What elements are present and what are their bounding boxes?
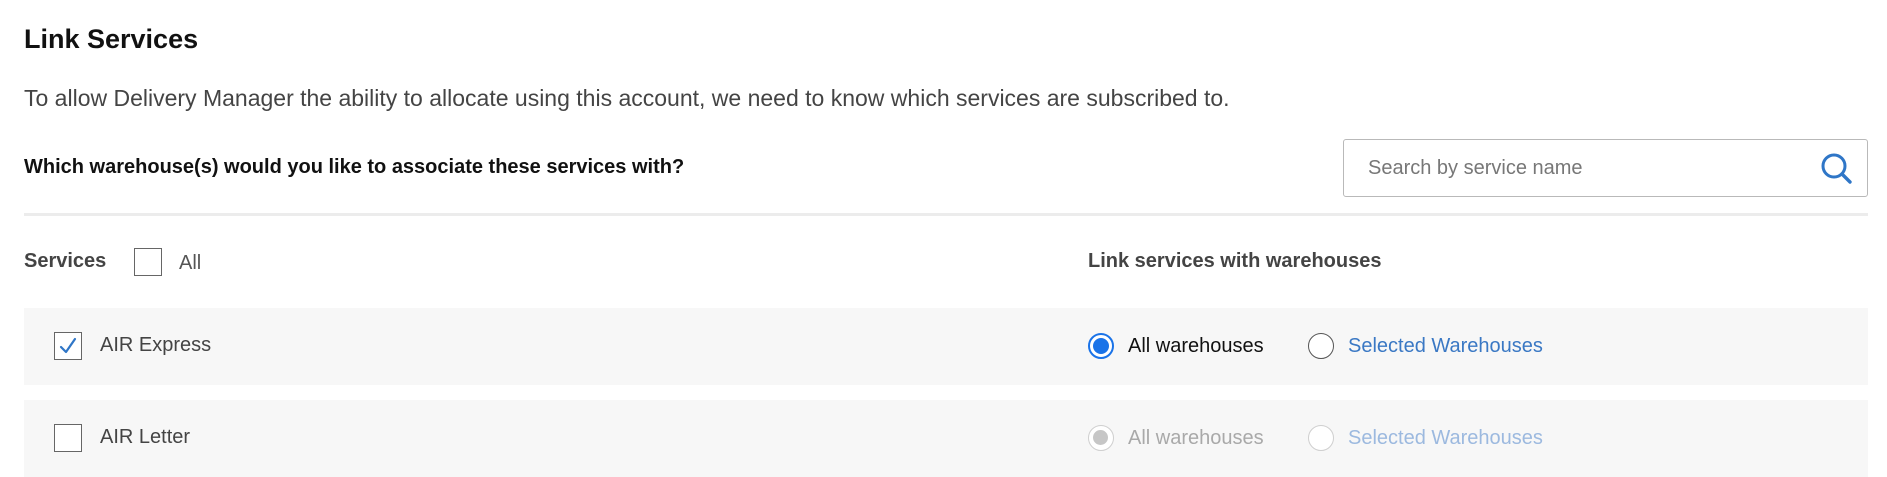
service-name: AIR Express [100, 334, 212, 356]
selected-warehouses-radio[interactable] [1308, 333, 1334, 359]
service-checkbox[interactable] [54, 332, 82, 360]
selected-warehouses-link[interactable]: Selected Warehouses [1348, 335, 1543, 358]
page-description: To allow Delivery Manager the ability to… [24, 85, 1230, 111]
all-warehouses-radio[interactable] [1088, 333, 1114, 359]
checkmark-icon [59, 337, 77, 354]
search-input[interactable] [1366, 140, 1810, 197]
header-divider [24, 213, 1868, 216]
select-all-label: All [179, 252, 202, 274]
all-warehouses-radio [1088, 425, 1114, 451]
select-all-checkbox[interactable] [134, 248, 162, 276]
table-row: AIR Letter All warehouses Selected Wareh… [24, 400, 1868, 477]
selected-warehouses-radio [1308, 425, 1334, 451]
services-column-header: Services [24, 250, 107, 272]
link-services-page: Link Services To allow Delivery Manager … [0, 0, 1887, 477]
selected-warehouses-link: Selected Warehouses [1348, 427, 1543, 449]
warehouse-question: Which warehouse(s) would you like to ass… [24, 156, 685, 178]
search-box [1343, 139, 1868, 197]
page-title: Link Services [24, 24, 199, 54]
all-warehouses-label[interactable]: All warehouses [1128, 335, 1264, 358]
service-checkbox[interactable] [54, 424, 82, 452]
table-row: AIR Express All warehouses Selected Ware… [24, 308, 1868, 385]
search-icon[interactable] [1819, 151, 1853, 185]
all-warehouses-label: All warehouses [1128, 427, 1264, 449]
service-name: AIR Letter [100, 426, 191, 448]
link-warehouses-column-header: Link services with warehouses [1088, 250, 1382, 272]
